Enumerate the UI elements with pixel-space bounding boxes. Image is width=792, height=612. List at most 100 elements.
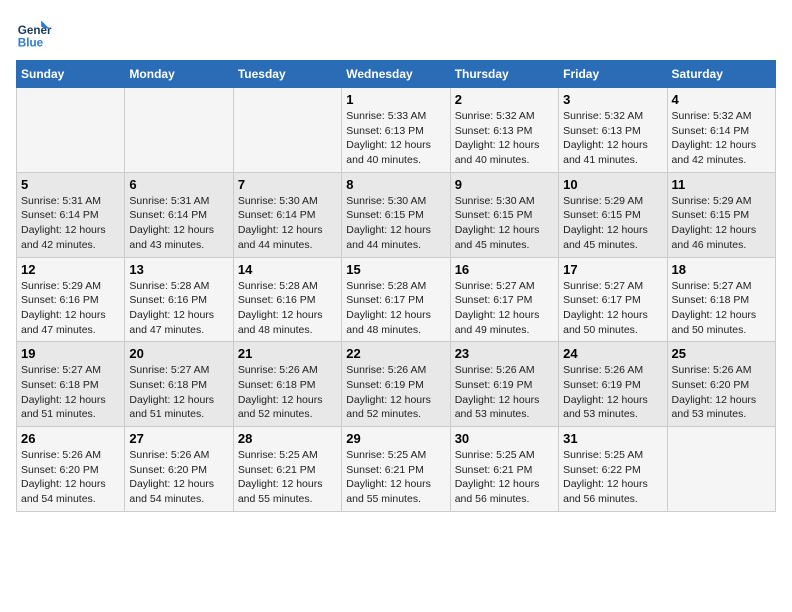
day-number: 16 [455, 262, 554, 277]
day-cell: 13 Sunrise: 5:28 AM Sunset: 6:16 PM Dayli… [125, 257, 233, 342]
column-header-monday: Monday [125, 61, 233, 88]
day-cell: 10 Sunrise: 5:29 AM Sunset: 6:15 PM Dayli… [559, 172, 667, 257]
day-cell: 4 Sunrise: 5:32 AM Sunset: 6:14 PM Daylig… [667, 88, 775, 173]
day-info: Sunrise: 5:25 AM Sunset: 6:22 PM Dayligh… [563, 448, 662, 507]
day-cell: 5 Sunrise: 5:31 AM Sunset: 6:14 PM Daylig… [17, 172, 125, 257]
day-number: 26 [21, 431, 120, 446]
logo: General Blue [16, 16, 52, 52]
day-cell: 18Sunrise: 5:27 AM Sunset: 6:18 PM Dayli… [667, 257, 775, 342]
day-info: Sunrise: 5:29 AM Sunset: 6:15 PM Dayligh… [563, 194, 662, 253]
day-cell: 27 Sunrise: 5:26 AM Sunset: 6:20 PM Dayli… [125, 427, 233, 512]
day-number: 15 [346, 262, 445, 277]
day-info: Sunrise: 5:32 AM Sunset: 6:13 PM Dayligh… [563, 109, 662, 168]
day-cell: 7 Sunrise: 5:30 AM Sunset: 6:14 PM Daylig… [233, 172, 341, 257]
logo-icon: General Blue [16, 16, 52, 52]
day-cell: 25 Sunrise: 5:26 AM Sunset: 6:20 PM Dayli… [667, 342, 775, 427]
day-info: Sunrise: 5:26 AM Sunset: 6:20 PM Dayligh… [672, 363, 771, 422]
day-number: 6 [129, 177, 228, 192]
day-number: 7 [238, 177, 337, 192]
day-info: Sunrise: 5:27 AM Sunset: 6:18 PM Dayligh… [672, 279, 771, 338]
column-header-wednesday: Wednesday [342, 61, 450, 88]
day-cell: 20Sunrise: 5:27 AM Sunset: 6:18 PM Dayli… [125, 342, 233, 427]
day-cell: 11 Sunrise: 5:29 AM Sunset: 6:15 PM Dayli… [667, 172, 775, 257]
day-info: Sunrise: 5:26 AM Sunset: 6:19 PM Dayligh… [563, 363, 662, 422]
day-number: 23 [455, 346, 554, 361]
day-cell: 24 Sunrise: 5:26 AM Sunset: 6:19 PM Dayli… [559, 342, 667, 427]
column-header-saturday: Saturday [667, 61, 775, 88]
day-cell [17, 88, 125, 173]
day-info: Sunrise: 5:26 AM Sunset: 6:19 PM Dayligh… [346, 363, 445, 422]
day-info: Sunrise: 5:29 AM Sunset: 6:16 PM Dayligh… [21, 279, 120, 338]
day-info: Sunrise: 5:30 AM Sunset: 6:15 PM Dayligh… [455, 194, 554, 253]
day-cell: 30 Sunrise: 5:25 AM Sunset: 6:21 PM Dayli… [450, 427, 558, 512]
day-info: Sunrise: 5:28 AM Sunset: 6:16 PM Dayligh… [129, 279, 228, 338]
day-cell: 17Sunrise: 5:27 AM Sunset: 6:17 PM Dayli… [559, 257, 667, 342]
calendar-table: SundayMondayTuesdayWednesdayThursdayFrid… [16, 60, 776, 512]
day-info: Sunrise: 5:26 AM Sunset: 6:20 PM Dayligh… [129, 448, 228, 507]
day-cell: 3 Sunrise: 5:32 AM Sunset: 6:13 PM Daylig… [559, 88, 667, 173]
day-info: Sunrise: 5:30 AM Sunset: 6:15 PM Dayligh… [346, 194, 445, 253]
column-header-friday: Friday [559, 61, 667, 88]
day-number: 2 [455, 92, 554, 107]
day-number: 25 [672, 346, 771, 361]
day-cell [125, 88, 233, 173]
day-cell: 15Sunrise: 5:28 AM Sunset: 6:17 PM Dayli… [342, 257, 450, 342]
day-number: 11 [672, 177, 771, 192]
day-info: Sunrise: 5:32 AM Sunset: 6:14 PM Dayligh… [672, 109, 771, 168]
day-number: 22 [346, 346, 445, 361]
day-cell: 21 Sunrise: 5:26 AM Sunset: 6:18 PM Dayli… [233, 342, 341, 427]
day-number: 31 [563, 431, 662, 446]
day-info: Sunrise: 5:26 AM Sunset: 6:18 PM Dayligh… [238, 363, 337, 422]
day-number: 14 [238, 262, 337, 277]
calendar-header-row: SundayMondayTuesdayWednesdayThursdayFrid… [17, 61, 776, 88]
day-info: Sunrise: 5:31 AM Sunset: 6:14 PM Dayligh… [129, 194, 228, 253]
day-cell: 14 Sunrise: 5:28 AM Sunset: 6:16 PM Dayli… [233, 257, 341, 342]
day-info: Sunrise: 5:26 AM Sunset: 6:20 PM Dayligh… [21, 448, 120, 507]
day-info: Sunrise: 5:28 AM Sunset: 6:16 PM Dayligh… [238, 279, 337, 338]
day-cell: 29 Sunrise: 5:25 AM Sunset: 6:21 PM Dayli… [342, 427, 450, 512]
day-cell: 6 Sunrise: 5:31 AM Sunset: 6:14 PM Daylig… [125, 172, 233, 257]
day-number: 3 [563, 92, 662, 107]
day-info: Sunrise: 5:31 AM Sunset: 6:14 PM Dayligh… [21, 194, 120, 253]
day-number: 5 [21, 177, 120, 192]
day-number: 24 [563, 346, 662, 361]
week-row-5: 26 Sunrise: 5:26 AM Sunset: 6:20 PM Dayli… [17, 427, 776, 512]
day-number: 28 [238, 431, 337, 446]
day-info: Sunrise: 5:25 AM Sunset: 6:21 PM Dayligh… [455, 448, 554, 507]
column-header-tuesday: Tuesday [233, 61, 341, 88]
column-header-thursday: Thursday [450, 61, 558, 88]
day-info: Sunrise: 5:32 AM Sunset: 6:13 PM Dayligh… [455, 109, 554, 168]
svg-text:Blue: Blue [18, 37, 44, 50]
svg-text:General: General [18, 24, 52, 37]
day-cell: 26 Sunrise: 5:26 AM Sunset: 6:20 PM Dayli… [17, 427, 125, 512]
day-cell [233, 88, 341, 173]
week-row-2: 5 Sunrise: 5:31 AM Sunset: 6:14 PM Daylig… [17, 172, 776, 257]
day-info: Sunrise: 5:26 AM Sunset: 6:19 PM Dayligh… [455, 363, 554, 422]
day-cell: 16 Sunrise: 5:27 AM Sunset: 6:17 PM Dayli… [450, 257, 558, 342]
day-info: Sunrise: 5:30 AM Sunset: 6:14 PM Dayligh… [238, 194, 337, 253]
day-number: 21 [238, 346, 337, 361]
day-cell: 2 Sunrise: 5:32 AM Sunset: 6:13 PM Daylig… [450, 88, 558, 173]
day-cell: 9 Sunrise: 5:30 AM Sunset: 6:15 PM Daylig… [450, 172, 558, 257]
day-cell: 22 Sunrise: 5:26 AM Sunset: 6:19 PM Dayli… [342, 342, 450, 427]
day-number: 29 [346, 431, 445, 446]
day-cell: 12Sunrise: 5:29 AM Sunset: 6:16 PM Dayli… [17, 257, 125, 342]
day-cell: 1Sunrise: 5:33 AM Sunset: 6:13 PM Daylig… [342, 88, 450, 173]
day-info: Sunrise: 5:29 AM Sunset: 6:15 PM Dayligh… [672, 194, 771, 253]
day-info: Sunrise: 5:27 AM Sunset: 6:17 PM Dayligh… [455, 279, 554, 338]
day-info: Sunrise: 5:25 AM Sunset: 6:21 PM Dayligh… [346, 448, 445, 507]
day-number: 9 [455, 177, 554, 192]
day-cell: 23 Sunrise: 5:26 AM Sunset: 6:19 PM Dayli… [450, 342, 558, 427]
day-cell: 28Sunrise: 5:25 AM Sunset: 6:21 PM Dayli… [233, 427, 341, 512]
day-number: 27 [129, 431, 228, 446]
day-number: 20 [129, 346, 228, 361]
day-number: 8 [346, 177, 445, 192]
day-cell: 19Sunrise: 5:27 AM Sunset: 6:18 PM Dayli… [17, 342, 125, 427]
week-row-4: 19Sunrise: 5:27 AM Sunset: 6:18 PM Dayli… [17, 342, 776, 427]
day-info: Sunrise: 5:27 AM Sunset: 6:17 PM Dayligh… [563, 279, 662, 338]
day-number: 19 [21, 346, 120, 361]
day-number: 4 [672, 92, 771, 107]
day-number: 13 [129, 262, 228, 277]
day-number: 10 [563, 177, 662, 192]
day-number: 30 [455, 431, 554, 446]
